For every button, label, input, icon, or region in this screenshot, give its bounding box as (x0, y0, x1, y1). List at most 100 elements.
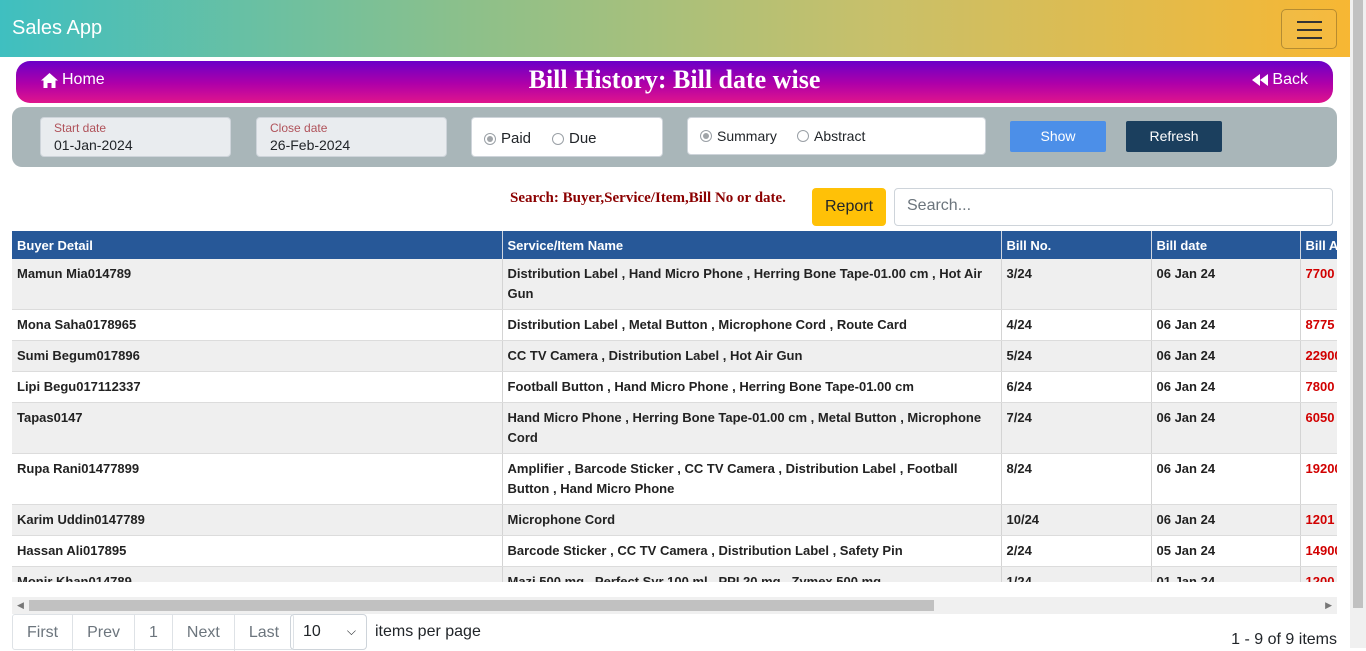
column-header[interactable]: Service/Item Name (502, 231, 1002, 259)
filter-bar: Start date 01-Jan-2024 Close date 26-Feb… (12, 107, 1337, 167)
scroll-right-icon[interactable]: ▶ (1325, 600, 1332, 611)
bill-date-cell: 06 Jan 24 (1151, 340, 1301, 372)
show-button[interactable]: Show (1010, 121, 1106, 152)
table-row[interactable]: Tapas0147 Hand Micro Phone , Herring Bone… (12, 402, 1337, 454)
table-row[interactable]: Sumi Begum017896 CC TV Camera , Distribut… (12, 340, 1337, 372)
refresh-button[interactable]: Refresh (1126, 121, 1222, 152)
back-link[interactable]: Back (1252, 71, 1308, 89)
bill-no-cell: 7/24 (1001, 402, 1152, 454)
bill-table: Buyer Detail Service/Item Name Bill No. … (12, 231, 1337, 582)
radio-abstract[interactable]: Abstract (797, 128, 865, 144)
page-title: Bill History: Bill date wise (528, 65, 821, 94)
table-row[interactable]: Mamun Mia014789 Distribution Label , Hand… (12, 259, 1337, 310)
bill-amount-cell: 7700 (1300, 259, 1337, 310)
bill-amount-cell: 1201 (1300, 504, 1337, 536)
start-date-value: 01-Jan-2024 (54, 137, 133, 153)
radio-paid-label: Paid (501, 130, 532, 147)
app-brand[interactable]: Sales App (12, 17, 102, 40)
scroll-left-icon[interactable]: ◀ (17, 600, 24, 611)
last-page-button[interactable]: Last (235, 615, 293, 651)
close-date-value: 26-Feb-2024 (270, 137, 351, 153)
radio-unselected-icon (552, 132, 564, 145)
start-date-field[interactable]: Start date 01-Jan-2024 (40, 117, 231, 157)
buyer-cell: Hassan Ali017895 (12, 535, 503, 567)
radio-paid[interactable]: Paid (484, 130, 531, 147)
bill-no-cell: 1/24 (1001, 566, 1152, 582)
first-page-button[interactable]: First (13, 615, 74, 651)
radio-summary[interactable]: Summary (700, 128, 777, 144)
hamburger-icon (1297, 21, 1322, 23)
buyer-cell: Monir Khan014789 (12, 566, 503, 582)
horizontal-scrollbar[interactable]: ◀ ▶ (12, 597, 1337, 614)
hamburger-icon-bar (1297, 37, 1322, 39)
close-date-field[interactable]: Close date 26-Feb-2024 (256, 117, 447, 157)
hamburger-icon-bar (1297, 29, 1322, 31)
table-row[interactable]: Lipi Begu017112337 Football Button , Hand… (12, 371, 1337, 403)
buyer-cell: Mamun Mia014789 (12, 259, 503, 310)
bill-no-cell: 2/24 (1001, 535, 1152, 567)
bill-no-cell: 10/24 (1001, 504, 1152, 536)
bill-date-cell: 06 Jan 24 (1151, 504, 1301, 536)
table-row[interactable]: Mona Saha0178965 Distribution Label , Met… (12, 309, 1337, 341)
buyer-cell: Mona Saha0178965 (12, 309, 503, 341)
items-cell: Mazi 500 mg , Perfect Syr 100 ml , PPI 2… (502, 566, 1002, 582)
chevron-down-icon: ⌵ (346, 624, 356, 638)
page-size-value: 10 (303, 623, 321, 640)
items-cell: Distribution Label , Hand Micro Phone , … (502, 259, 1002, 310)
column-header[interactable]: Bill No. (1001, 231, 1152, 259)
bill-date-cell: 06 Jan 24 (1151, 259, 1301, 310)
items-cell: Football Button , Hand Micro Phone , Her… (502, 371, 1002, 403)
bill-no-cell: 6/24 (1001, 371, 1152, 403)
bill-date-cell: 06 Jan 24 (1151, 402, 1301, 454)
buyer-cell: Lipi Begu017112337 (12, 371, 503, 403)
column-header[interactable]: Bill Amount (1300, 231, 1337, 259)
items-cell: Amplifier , Barcode Sticker , CC TV Came… (502, 453, 1002, 505)
bill-date-cell: 05 Jan 24 (1151, 535, 1301, 567)
horizontal-scroll-thumb[interactable] (29, 600, 934, 611)
search-input[interactable]: Search... (894, 188, 1333, 226)
vertical-scroll-thumb[interactable] (1353, 0, 1363, 608)
search-hint: Search: Buyer,Service/Item,Bill No or da… (510, 190, 786, 206)
items-cell: Hand Micro Phone , Herring Bone Tape-01.… (502, 402, 1002, 454)
items-count: 1 - 9 of 9 items (1231, 631, 1337, 648)
column-header[interactable]: Bill date (1151, 231, 1301, 259)
table-row[interactable]: Rupa Rani01477899 Amplifier , Barcode Sti… (12, 453, 1337, 505)
items-cell: Microphone Cord (502, 504, 1002, 536)
bill-no-cell: 3/24 (1001, 259, 1152, 310)
bill-amount-cell: 19200 (1300, 453, 1337, 505)
radio-selected-icon (700, 130, 712, 142)
bill-date-cell: 01 Jan 24 (1151, 566, 1301, 582)
page-size-label: items per page (375, 623, 481, 640)
page-size-select[interactable]: 10 ⌵ (290, 614, 367, 650)
bill-amount-cell: 6050 (1300, 402, 1337, 454)
bill-date-cell: 06 Jan 24 (1151, 371, 1301, 403)
bill-amount-cell: 22900 (1300, 340, 1337, 372)
items-cell: Distribution Label , Metal Button , Micr… (502, 309, 1002, 341)
vertical-scrollbar[interactable] (1350, 0, 1366, 648)
menu-toggle-button[interactable] (1281, 9, 1337, 49)
radio-abstract-label: Abstract (814, 128, 866, 144)
page-number-button[interactable]: 1 (135, 615, 173, 651)
table-row[interactable]: Monir Khan014789 Mazi 500 mg , Perfect Sy… (12, 566, 1337, 582)
column-header[interactable]: Buyer Detail (12, 231, 503, 259)
radio-due-label: Due (569, 130, 597, 147)
backward-icon (1252, 74, 1269, 86)
buyer-cell: Sumi Begum017896 (12, 340, 503, 372)
table-row[interactable]: Karim Uddin0147789 Microphone Cord 10/24 06… (12, 504, 1337, 536)
bill-amount-cell: 14900 (1300, 535, 1337, 567)
buyer-cell: Rupa Rani01477899 (12, 453, 503, 505)
items-cell: Barcode Sticker , CC TV Camera , Distrib… (502, 535, 1002, 567)
next-page-button[interactable]: Next (173, 615, 235, 651)
radio-due[interactable]: Due (552, 130, 597, 147)
report-button[interactable]: Report (812, 188, 886, 226)
prev-page-button[interactable]: Prev (73, 615, 136, 651)
status-radio-group: Paid Due (471, 117, 663, 157)
bill-amount-cell: 1200 (1300, 566, 1337, 582)
table-row[interactable]: Hassan Ali017895 Barcode Sticker , CC TV … (12, 535, 1337, 567)
pagination: First Prev 1 Next Last (12, 614, 295, 651)
bill-no-cell: 8/24 (1001, 453, 1152, 505)
view-radio-group: Summary Abstract (687, 117, 986, 155)
close-date-label: Close date (270, 121, 328, 135)
bill-date-cell: 06 Jan 24 (1151, 309, 1301, 341)
buyer-cell: Tapas0147 (12, 402, 503, 454)
